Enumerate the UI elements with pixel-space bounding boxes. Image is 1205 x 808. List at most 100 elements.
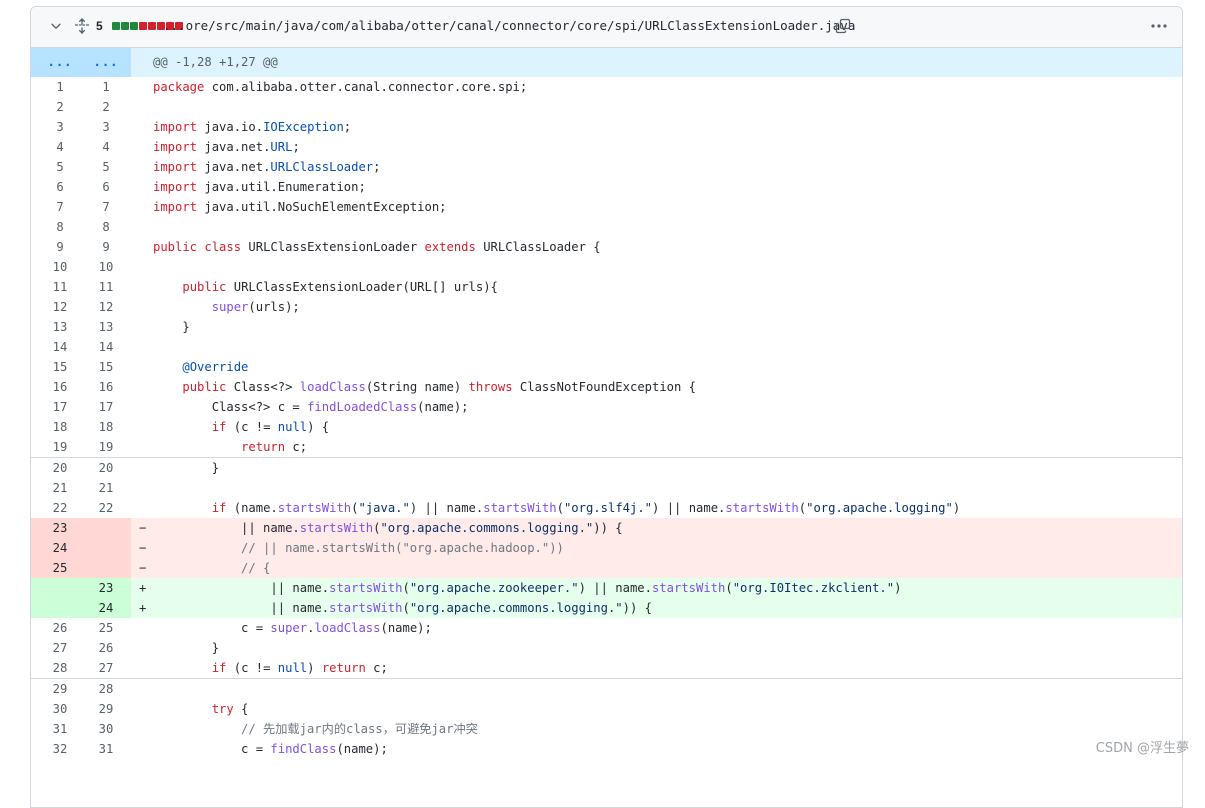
new-line-number[interactable]: 18 [81, 417, 131, 437]
old-line-number[interactable]: 10 [31, 257, 81, 277]
new-line-number[interactable]: 14 [81, 337, 131, 357]
expand-down-button[interactable]: ... [81, 48, 131, 77]
old-line-number[interactable]: 14 [31, 337, 81, 357]
old-line-number[interactable]: 21 [31, 478, 81, 498]
old-line-number[interactable]: 19 [31, 437, 81, 457]
kebab-menu-icon[interactable] [1150, 18, 1168, 34]
new-line-number[interactable]: 23 [81, 578, 131, 598]
code-line: if (name.startsWith("java.") || name.sta… [131, 498, 1182, 518]
new-line-number[interactable]: 12 [81, 297, 131, 317]
new-line-number[interactable]: 4 [81, 137, 131, 157]
code-token: import [153, 140, 198, 154]
new-line-number[interactable]: 2 [81, 97, 131, 117]
new-line-number[interactable]: 10 [81, 257, 131, 277]
new-line-number[interactable]: 30 [81, 719, 131, 739]
old-line-number[interactable]: 11 [31, 277, 81, 297]
new-line-number[interactable]: 26 [81, 638, 131, 658]
context-line: 26 25 c = super.loadClass(name); [31, 618, 1182, 638]
old-line-number[interactable]: 3 [31, 117, 81, 137]
old-line-number[interactable]: 16 [31, 377, 81, 397]
code-token: java.net. [204, 160, 271, 174]
old-line-number[interactable]: 27 [31, 638, 81, 658]
new-line-number[interactable] [81, 558, 131, 578]
plus-sign: + [139, 601, 147, 615]
expand-up-button[interactable]: ... [31, 48, 81, 77]
old-line-number[interactable]: 22 [31, 498, 81, 518]
new-line-number[interactable]: 6 [81, 177, 131, 197]
code-token: java.util.Enumeration; [204, 180, 366, 194]
new-line-number[interactable]: 9 [81, 237, 131, 257]
new-line-number[interactable]: 25 [81, 618, 131, 638]
old-line-number[interactable]: 18 [31, 417, 81, 437]
new-line-number[interactable]: 5 [81, 157, 131, 177]
old-line-number[interactable]: 6 [31, 177, 81, 197]
chevron-down-icon[interactable] [49, 19, 63, 33]
diffstat-add-square [130, 22, 138, 30]
new-line-number[interactable]: 11 [81, 277, 131, 297]
old-line-number[interactable]: 23 [31, 518, 81, 538]
new-line-number[interactable]: 3 [81, 117, 131, 137]
code-token: startsWith [329, 601, 403, 615]
new-line-number[interactable]: 17 [81, 397, 131, 417]
old-line-number[interactable]: 30 [31, 699, 81, 719]
old-line-number[interactable]: 4 [31, 137, 81, 157]
new-line-number[interactable]: 7 [81, 197, 131, 217]
new-line-number[interactable]: 15 [81, 357, 131, 377]
new-line-number[interactable]: 1 [81, 77, 131, 97]
expand-all-icon[interactable] [74, 18, 90, 34]
file-header: 5 ...ore/src/main/java/com/alibaba/otter… [31, 7, 1182, 48]
context-line: 31 30 // 先加载jar内的class，可避免jar冲突 [31, 719, 1182, 739]
old-line-number[interactable]: 26 [31, 618, 81, 638]
old-line-number[interactable]: 31 [31, 719, 81, 739]
old-line-number[interactable]: 9 [31, 237, 81, 257]
old-line-number[interactable]: 29 [31, 679, 81, 699]
code-token: startsWith [725, 501, 799, 515]
copy-icon[interactable] [835, 18, 851, 34]
old-line-number[interactable]: 17 [31, 397, 81, 417]
old-line-number[interactable]: 7 [31, 197, 81, 217]
file-path[interactable]: ...ore/src/main/java/com/alibaba/otter/c… [163, 18, 855, 33]
new-line-number[interactable] [81, 518, 131, 538]
new-line-number[interactable]: 27 [81, 658, 131, 678]
old-line-number[interactable]: 2 [31, 97, 81, 117]
new-line-number[interactable]: 8 [81, 217, 131, 237]
old-line-number[interactable]: 15 [31, 357, 81, 377]
added-line: 24 + || name.startsWith("org.apache.commo… [31, 598, 1182, 618]
old-line-number[interactable]: 20 [31, 458, 81, 478]
new-line-number[interactable]: 13 [81, 317, 131, 337]
old-line-number[interactable] [31, 578, 81, 598]
new-line-number[interactable]: 16 [81, 377, 131, 397]
old-line-number[interactable]: 28 [31, 658, 81, 678]
new-line-number[interactable]: 19 [81, 437, 131, 457]
code-line: if (c != null) return c; [131, 658, 1182, 678]
deleted-line: 23 − || name.startsWith("org.apache.commo… [31, 518, 1182, 538]
old-line-number[interactable]: 12 [31, 297, 81, 317]
old-line-number[interactable] [31, 598, 81, 618]
new-line-number[interactable]: 29 [81, 699, 131, 719]
old-line-number[interactable]: 5 [31, 157, 81, 177]
new-line-number[interactable]: 28 [81, 679, 131, 699]
code-token: public [182, 280, 227, 294]
old-line-number[interactable]: 8 [31, 217, 81, 237]
old-line-number[interactable]: 1 [31, 77, 81, 97]
old-line-number[interactable]: 24 [31, 538, 81, 558]
code-token: "org.I0Itec.zkclient." [732, 581, 895, 595]
code-line: public Class<?> loadClass(String name) t… [131, 377, 1182, 397]
new-line-number[interactable]: 31 [81, 739, 131, 759]
new-line-number[interactable]: 20 [81, 458, 131, 478]
code-line: } [131, 317, 1182, 337]
code-token: import [153, 200, 198, 214]
old-line-number[interactable]: 13 [31, 317, 81, 337]
new-line-number[interactable]: 24 [81, 598, 131, 618]
old-line-number[interactable]: 32 [31, 739, 81, 759]
old-line-number[interactable]: 25 [31, 558, 81, 578]
new-line-number[interactable]: 21 [81, 478, 131, 498]
new-line-number[interactable] [81, 538, 131, 558]
new-line-number[interactable]: 22 [81, 498, 131, 518]
